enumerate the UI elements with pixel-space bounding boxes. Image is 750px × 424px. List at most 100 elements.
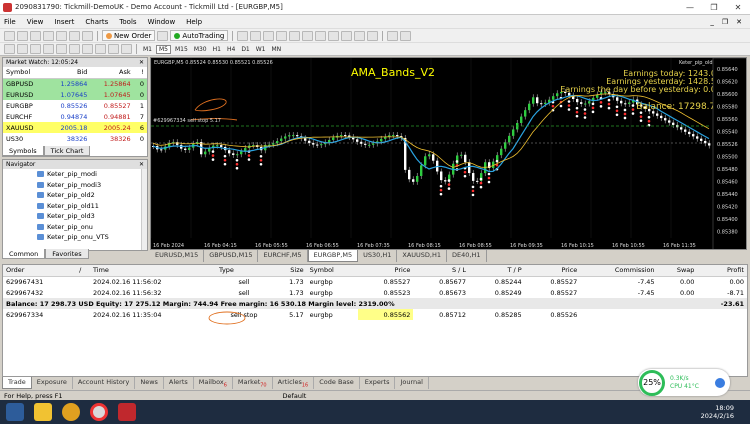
timeframe-m15[interactable]: M15 <box>173 46 190 53</box>
timeframe-h4[interactable]: H4 <box>225 46 237 53</box>
column-header[interactable]: S / L <box>413 265 470 277</box>
file-explorer-icon[interactable] <box>34 403 52 421</box>
market-watch-row[interactable]: US30 38326 38326 0 <box>3 133 147 144</box>
terminal-tab[interactable]: Code Base <box>314 377 360 389</box>
column-header[interactable]: T / P <box>469 265 525 277</box>
column-header[interactable]: Symbol <box>306 265 358 277</box>
maximize-button[interactable]: ❐ <box>702 3 726 12</box>
terminal-tab[interactable]: Exposure <box>32 377 73 389</box>
candlestick-icon[interactable] <box>250 30 262 41</box>
menu-view[interactable]: View <box>27 18 44 26</box>
timeframe-d1[interactable]: D1 <box>239 46 251 53</box>
text-icon[interactable] <box>95 44 106 54</box>
menu-file[interactable]: File <box>4 18 16 26</box>
column-header[interactable]: Price <box>357 265 414 277</box>
timeframe-m1[interactable]: M1 <box>141 46 154 53</box>
data-window-icon[interactable] <box>43 30 54 41</box>
minimize-button[interactable]: — <box>678 3 702 12</box>
column-header[interactable]: Time <box>90 265 216 277</box>
chart-tab[interactable]: EURGBP,M5 <box>307 250 359 262</box>
terminal-tab[interactable]: Market70 <box>233 377 273 389</box>
label-icon[interactable] <box>108 44 119 54</box>
metaeditor-icon[interactable] <box>157 30 169 41</box>
tab-common[interactable]: Common <box>2 249 46 259</box>
close-icon[interactable]: ✕ <box>139 160 147 169</box>
mdi-minimize-button[interactable]: _ <box>710 18 714 26</box>
terminal-tab[interactable]: Trade <box>2 377 32 389</box>
trendline-icon[interactable] <box>56 44 67 54</box>
terminal-tab[interactable]: Journal <box>395 377 429 389</box>
market-watch-row[interactable]: XAUUSD 2005.18 2005.24 6 <box>3 122 147 133</box>
column-header[interactable]: Price <box>524 265 581 277</box>
start-icon[interactable] <box>6 403 24 421</box>
navigator-scrollbar[interactable] <box>141 169 147 250</box>
navigator-item[interactable]: Keter_pip_modi <box>37 169 147 180</box>
expand-icon[interactable] <box>715 377 725 388</box>
column-bid[interactable]: Bid <box>47 67 91 79</box>
autoscroll-icon[interactable] <box>328 30 340 41</box>
new-chart-icon[interactable] <box>4 30 15 41</box>
timeframe-h1[interactable]: H1 <box>211 46 223 53</box>
terminal-tab[interactable]: Mailbox6 <box>194 377 233 389</box>
tab-symbols[interactable]: Symbols <box>2 146 44 156</box>
navigator-item[interactable]: Keter_pip_old3 <box>37 211 147 222</box>
chart-tab[interactable]: EURCHF,M5 <box>258 250 308 262</box>
templates-icon[interactable] <box>367 30 379 41</box>
chart-tab[interactable]: GBPUSD,M15 <box>204 250 259 262</box>
market-watch-icon[interactable] <box>30 30 41 41</box>
crosshair-icon[interactable] <box>17 44 28 54</box>
arrows-icon[interactable] <box>121 44 132 54</box>
timeframe-m5[interactable]: M5 <box>156 44 171 54</box>
cursor-icon[interactable] <box>4 44 15 54</box>
tester-icon[interactable] <box>82 30 93 41</box>
navigator-item[interactable]: Keter_pip_modi3 <box>37 180 147 191</box>
column-ask[interactable]: Ask <box>90 67 134 79</box>
chart-tab[interactable]: XAUUSD,H1 <box>397 250 448 262</box>
menu-insert[interactable]: Insert <box>54 18 74 26</box>
zoom-out-icon[interactable] <box>289 30 301 41</box>
market-watch-row[interactable]: GBPUSD 1.25864 1.25864 0 <box>3 78 147 89</box>
close-icon[interactable]: ✕ <box>139 58 147 67</box>
tab-favorites[interactable]: Favorites <box>45 249 89 259</box>
indicators-icon[interactable] <box>341 30 353 41</box>
autotrading-button[interactable]: AutoTrading <box>170 30 229 41</box>
horizontal-line-icon[interactable] <box>43 44 54 54</box>
chart-shift-icon[interactable] <box>315 30 327 41</box>
tab-tick-chart[interactable]: Tick Chart <box>43 146 91 156</box>
trade-row[interactable]: 629967432 2024.02.16 11:56:32 sell 1.73 eurg… <box>3 287 747 298</box>
browser-icon[interactable] <box>62 403 80 421</box>
column-header[interactable]: Swap <box>657 265 698 277</box>
market-watch-row[interactable]: EURGBP 0.85526 0.85527 1 <box>3 100 147 111</box>
fibonacci-icon[interactable] <box>82 44 93 54</box>
terminal-tab[interactable]: Experts <box>360 377 396 389</box>
terminal-tab[interactable]: Account History <box>73 377 136 389</box>
column-spread[interactable]: ! <box>133 67 147 79</box>
market-watch-row[interactable]: EURCHF 0.94874 0.94881 7 <box>3 111 147 122</box>
chart-tab[interactable]: DE40,H1 <box>447 250 487 262</box>
column-header[interactable]: / <box>76 265 90 277</box>
menu-window[interactable]: Window <box>148 18 176 26</box>
periods-icon[interactable] <box>354 30 366 41</box>
menu-help[interactable]: Help <box>186 18 202 26</box>
navigator-item[interactable]: Keter_pip_onu_VTS <box>37 232 147 243</box>
column-header[interactable]: Profit <box>697 265 747 277</box>
column-header[interactable]: Type <box>216 265 272 277</box>
menu-charts[interactable]: Charts <box>85 18 108 26</box>
mdi-restore-button[interactable]: ❐ <box>722 18 728 26</box>
navigator-item[interactable]: Keter_pip_old11 <box>37 201 147 212</box>
vertical-line-icon[interactable] <box>30 44 41 54</box>
mdi-close-button[interactable]: ✕ <box>736 18 742 26</box>
navigator-icon[interactable] <box>56 30 67 41</box>
channel-icon[interactable] <box>69 44 80 54</box>
terminal-tab[interactable]: News <box>135 377 164 389</box>
column-header[interactable]: Order <box>3 265 77 277</box>
trade-row[interactable]: 629967334 2024.02.16 11:35:04 sell stop 5.1… <box>3 309 747 320</box>
column-header[interactable]: Commission <box>580 265 658 277</box>
tile-windows-icon[interactable] <box>302 30 314 41</box>
terminal-tab[interactable]: Alerts <box>164 377 194 389</box>
line-chart-icon[interactable] <box>263 30 275 41</box>
bar-chart-icon[interactable] <box>237 30 249 41</box>
metatrader-icon[interactable] <box>118 403 136 421</box>
trade-row[interactable]: 629967431 2024.02.16 11:56:02 sell 1.73 eurg… <box>3 276 747 287</box>
timeframe-mn[interactable]: MN <box>270 46 284 53</box>
